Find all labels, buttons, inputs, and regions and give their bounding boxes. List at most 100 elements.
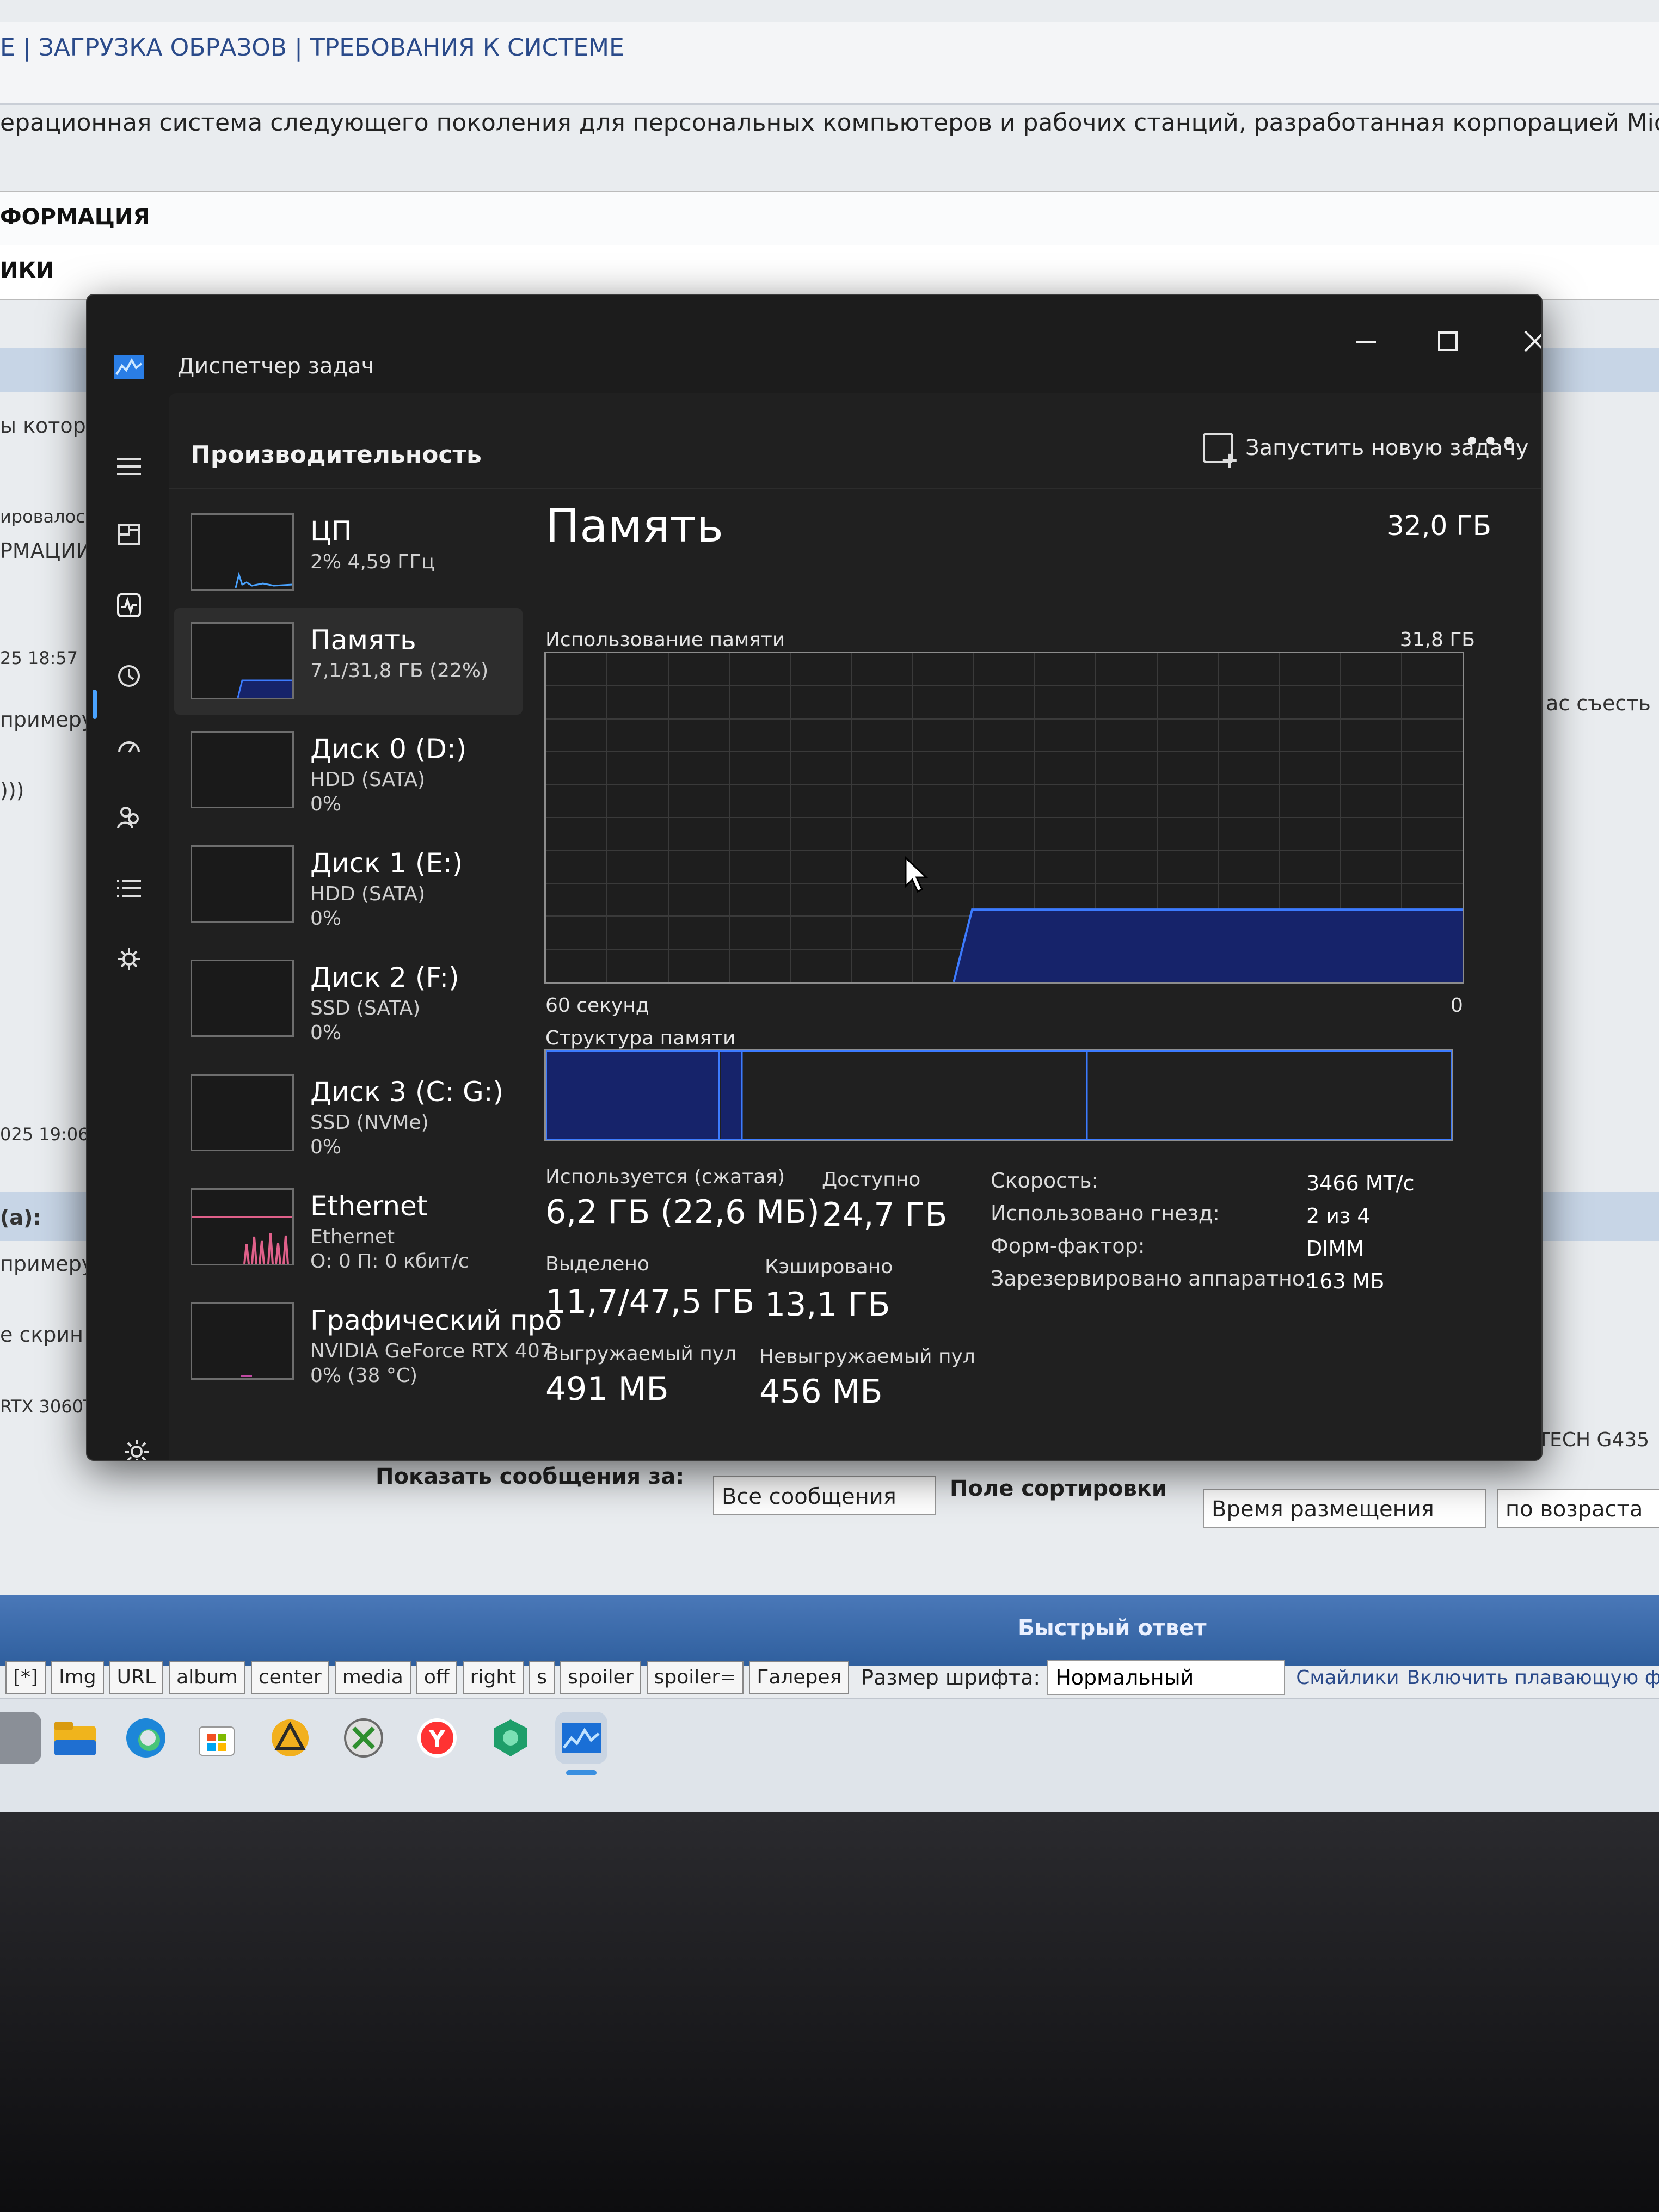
app-history-icon[interactable] [110, 657, 148, 695]
yandex-browser-icon[interactable]: Y [411, 1712, 463, 1764]
run-task-icon [1203, 433, 1239, 473]
warning-app-icon[interactable] [264, 1712, 316, 1764]
processes-icon[interactable] [110, 515, 148, 554]
content-header: Производительность Запустить новую задач… [169, 393, 1541, 489]
sort-field-label: Поле сортировки [950, 1476, 1167, 1501]
settings-gear-icon[interactable] [123, 1438, 150, 1460]
device-disk-3[interactable]: Диск 3 (C: G:) SSD (NVMe) 0% [174, 1060, 523, 1166]
forum-snippet: LTECH G435 [1529, 1429, 1650, 1451]
forum-snippet: ас съесть [1546, 691, 1651, 715]
services-icon[interactable] [110, 940, 148, 978]
more-options-button[interactable]: ••• [1464, 426, 1519, 457]
available-label: Доступно [822, 1169, 921, 1191]
device-name: Память [310, 624, 416, 656]
disk-thumbnail [191, 731, 294, 808]
memory-usage-graph [544, 652, 1464, 984]
maximize-icon [1438, 331, 1458, 351]
bbcode-off-button[interactable]: off [416, 1661, 457, 1694]
bbcode-img-button[interactable]: Img [51, 1661, 104, 1694]
device-disk-2[interactable]: Диск 2 (F:) SSD (SATA) 0% [174, 945, 523, 1052]
xbox-icon[interactable] [337, 1712, 390, 1764]
sort-order-select[interactable]: по возраста [1497, 1489, 1659, 1528]
memory-thumbnail [191, 622, 294, 699]
forum-heading-info-text: ФОРМАЦИЯ [0, 205, 150, 230]
device-ethernet[interactable]: Ethernet Ethernet О: 0 П: 0 кбит/с [174, 1174, 523, 1281]
nonpaged-pool-value: 456 МБ [759, 1373, 883, 1411]
show-messages-select[interactable]: Все сообщения [713, 1476, 936, 1515]
close-button[interactable] [1502, 311, 1541, 371]
device-usage: 0% [310, 907, 342, 930]
forum-heading-links: ИКИ [0, 245, 1659, 300]
store-icon[interactable] [191, 1712, 243, 1764]
title-bar[interactable]: Диспетчер задач [87, 295, 1541, 393]
quick-reply-title: Быстрый ответ [1018, 1615, 1207, 1640]
forum-nav-links[interactable]: Е | ЗАГРУЗКА ОБРАЗОВ | ТРЕБОВАНИЯ К СИСТ… [0, 34, 624, 62]
quick-reply-bar[interactable]: Быстрый ответ [0, 1595, 1659, 1666]
bbcode-right-button[interactable]: right [462, 1661, 524, 1694]
smileys-link[interactable]: Смайлики [1296, 1667, 1399, 1689]
available-value: 24,7 ГБ [822, 1196, 948, 1234]
bbcode-album-button[interactable]: album [169, 1661, 245, 1694]
committed-value: 11,7/47,5 ГБ [545, 1283, 755, 1321]
graph-axis-left: 60 секунд [545, 994, 649, 1017]
disk-thumbnail [191, 960, 294, 1037]
details-icon[interactable] [110, 869, 148, 907]
maximize-button[interactable] [1415, 311, 1480, 371]
device-subtitle: SSD (SATA) [310, 997, 421, 1019]
device-name: ЦП [310, 515, 352, 547]
forum-snippet: 025 19:06 [0, 1124, 89, 1145]
file-explorer-icon[interactable] [49, 1712, 101, 1764]
struct-in-use [546, 1050, 719, 1140]
task-manager-app-icon [114, 355, 144, 379]
hamburger-menu-icon[interactable] [110, 447, 148, 486]
device-disk-0[interactable]: Диск 0 (D:) HDD (SATA) 0% [174, 717, 523, 824]
task-manager-window: Диспетчер задач Производительность + Зап… [86, 294, 1543, 1461]
nav-selection-indicator [93, 690, 97, 719]
content-area: Производительность Запустить новую задач… [169, 393, 1541, 1460]
active-app-indicator [566, 1770, 597, 1775]
paged-pool-label: Выгружаемый пул [545, 1343, 737, 1365]
form-factor-value: DIMM [1306, 1237, 1365, 1261]
memory-title: Память [545, 499, 723, 552]
device-memory[interactable]: Память 7,1/31,8 ГБ (22%) [174, 608, 523, 715]
floating-form-link[interactable]: Включить плавающую форму [1407, 1667, 1659, 1689]
bbcode-list-item-button[interactable]: [*] [5, 1661, 46, 1694]
bbcode-spoiler-eq-button[interactable]: spoiler= [646, 1661, 744, 1694]
task-manager-icon[interactable] [555, 1712, 607, 1764]
app-title: Диспетчер задач [177, 354, 374, 379]
forum-snippet: РМАЦИИ [0, 539, 92, 563]
users-icon[interactable] [110, 798, 148, 837]
device-name: Ethernet [310, 1190, 428, 1222]
forum-heading-links-text: ИКИ [0, 258, 54, 283]
device-subtitle: SSD (NVMe) [310, 1111, 429, 1134]
bbcode-gallery-button[interactable]: Галерея [749, 1661, 850, 1694]
bbcode-url-button[interactable]: URL [109, 1661, 164, 1694]
device-usage: 0% [310, 1136, 342, 1158]
device-disk-1[interactable]: Диск 1 (E:) HDD (SATA) 0% [174, 831, 523, 938]
forum-snippet: 25 18:57 [0, 648, 78, 668]
slots-used-value: 2 из 4 [1306, 1204, 1371, 1228]
performance-icon[interactable] [110, 586, 148, 624]
device-usage: 0% [310, 793, 342, 815]
bbcode-center-button[interactable]: center [250, 1661, 329, 1694]
device-gpu[interactable]: Графический про NVIDIA GeForce RTX 407 0… [174, 1288, 562, 1395]
device-subtitle: 7,1/31,8 ГБ (22%) [310, 660, 489, 682]
device-usage: О: 0 П: 0 кбит/с [310, 1250, 469, 1273]
security-icon[interactable] [484, 1712, 537, 1764]
minimize-button[interactable] [1334, 311, 1399, 371]
bbcode-strike-button[interactable]: s [529, 1661, 555, 1694]
forum-heading-info: ФОРМАЦИЯ [0, 191, 1659, 247]
startup-apps-icon[interactable] [110, 728, 148, 766]
bbcode-media-button[interactable]: media [334, 1661, 411, 1694]
forum-snippet: ировалось [0, 506, 96, 527]
sort-field-select[interactable]: Время размещения [1203, 1489, 1486, 1528]
font-size-select[interactable]: Нормальный [1047, 1660, 1286, 1695]
bbcode-spoiler-button[interactable]: spoiler [560, 1661, 641, 1694]
device-subtitle: NVIDIA GeForce RTX 407 [310, 1340, 552, 1362]
device-cpu[interactable]: ЦП 2% 4,59 ГГц [174, 499, 523, 606]
edge-icon[interactable] [120, 1712, 172, 1764]
start-icon[interactable] [0, 1712, 41, 1764]
cached-value: 13,1 ГБ [765, 1286, 890, 1324]
device-name: Диск 2 (F:) [310, 962, 459, 993]
device-name: Диск 1 (E:) [310, 847, 463, 879]
